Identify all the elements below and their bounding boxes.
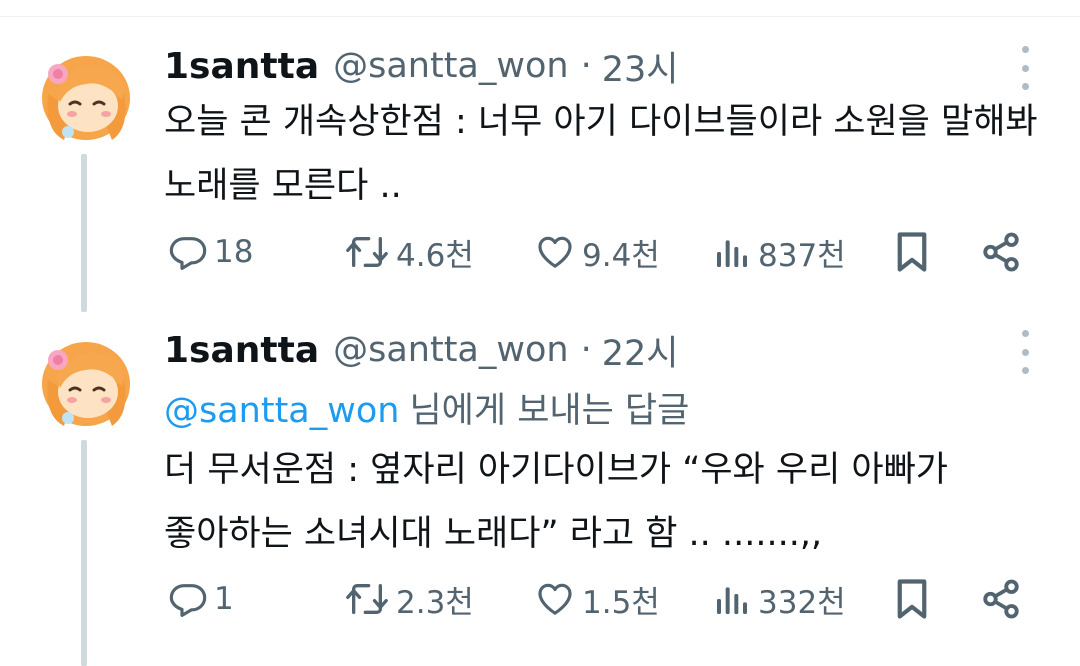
user-handle[interactable]: @santta_won: [333, 46, 568, 86]
avatar-image: [42, 56, 130, 140]
bookmark-icon: [897, 232, 927, 272]
reply-button[interactable]: 18: [168, 227, 253, 277]
display-name[interactable]: 1santta: [164, 46, 319, 87]
heart-icon: [538, 236, 572, 268]
share-icon: [983, 232, 1019, 272]
tweet-text-line: 더 무서운점 : 옆자리 아기다이브가 “우와 우리 아빠가: [164, 450, 949, 490]
reply-button[interactable]: 1: [168, 574, 234, 624]
retweet-count: 2.3천: [396, 584, 474, 621]
tweet-header: 1santta @santta_won · 23시: [164, 42, 678, 90]
divider: [0, 16, 1080, 17]
avatar[interactable]: [34, 326, 138, 430]
action-bar: 1 2.3천 1.5천 332천: [164, 574, 1034, 624]
bookmark-button[interactable]: [894, 574, 930, 624]
tweet-text: 더 무서운점 : 옆자리 아기다이브가 “우와 우리 아빠가 좋아하는 소녀시대…: [164, 438, 1044, 566]
replying-to: @santta_won 님에게 보내는 답글: [164, 382, 689, 433]
more-vertical-icon[interactable]: [1014, 46, 1036, 90]
bookmark-button[interactable]: [894, 227, 930, 277]
reply-icon: [169, 584, 207, 617]
reply-count: 18: [214, 234, 254, 270]
retweet-count: 4.6천: [396, 237, 474, 274]
tweet-text-line: 오늘 콘 개속상한점 : 너무 아기 다이브들이라 소원을 말해봐: [164, 102, 1038, 142]
bookmark-icon: [897, 579, 927, 619]
tweet-header: 1santta @santta_won · 22시: [164, 326, 678, 374]
share-icon: [983, 579, 1019, 619]
views-count: 837천: [758, 237, 846, 274]
views-icon: [717, 240, 747, 267]
mention-link[interactable]: @santta_won: [164, 391, 399, 431]
tweet[interactable]: 1santta @santta_won · 22시 @santta_won 님에게…: [0, 326, 1080, 666]
tweet-text-line: 좋아하는 소녀시대 노래다” 라고 함 .. .......,,: [164, 514, 823, 554]
views-icon: [717, 587, 747, 614]
heart-icon: [538, 583, 572, 615]
like-button[interactable]: 9.4천: [534, 227, 660, 277]
views-button[interactable]: 332천: [712, 574, 846, 624]
reply-icon: [169, 237, 207, 270]
share-button[interactable]: [980, 574, 1022, 624]
user-handle[interactable]: @santta_won: [333, 330, 568, 370]
tweet-text: 오늘 콘 개속상한점 : 너무 아기 다이브들이라 소원을 말해봐 노래를 모른…: [164, 90, 1044, 218]
display-name[interactable]: 1santta: [164, 330, 319, 371]
separator-dot: ·: [580, 330, 592, 370]
views-count: 332천: [758, 584, 846, 621]
avatar-image: [42, 342, 130, 426]
retweet-button[interactable]: 2.3천: [344, 574, 474, 624]
timestamp[interactable]: 23시: [602, 41, 679, 92]
retweet-button[interactable]: 4.6천: [344, 227, 474, 277]
retweet-icon: [346, 584, 388, 614]
avatar[interactable]: [34, 40, 138, 144]
tweet[interactable]: 1santta @santta_won · 23시 오늘 콘 개속상한점 : 너…: [0, 42, 1080, 302]
like-button[interactable]: 1.5천: [534, 574, 660, 624]
replying-to-label: 님에게 보내는 답글: [409, 391, 690, 431]
share-button[interactable]: [980, 227, 1022, 277]
timestamp[interactable]: 22시: [602, 325, 679, 376]
tweet-text-line: 노래를 모른다 ..: [164, 166, 402, 206]
reply-count: 1: [214, 581, 234, 617]
views-button[interactable]: 837천: [712, 227, 846, 277]
separator-dot: ·: [580, 46, 592, 86]
more-vertical-icon[interactable]: [1014, 330, 1036, 374]
like-count: 1.5천: [582, 584, 660, 621]
action-bar: 18 4.6천 9.4천 837천: [164, 227, 1034, 277]
retweet-icon: [346, 237, 388, 267]
tweet-thread: 1santta @santta_won · 23시 오늘 콘 개속상한점 : 너…: [0, 0, 1080, 666]
like-count: 9.4천: [582, 237, 660, 274]
